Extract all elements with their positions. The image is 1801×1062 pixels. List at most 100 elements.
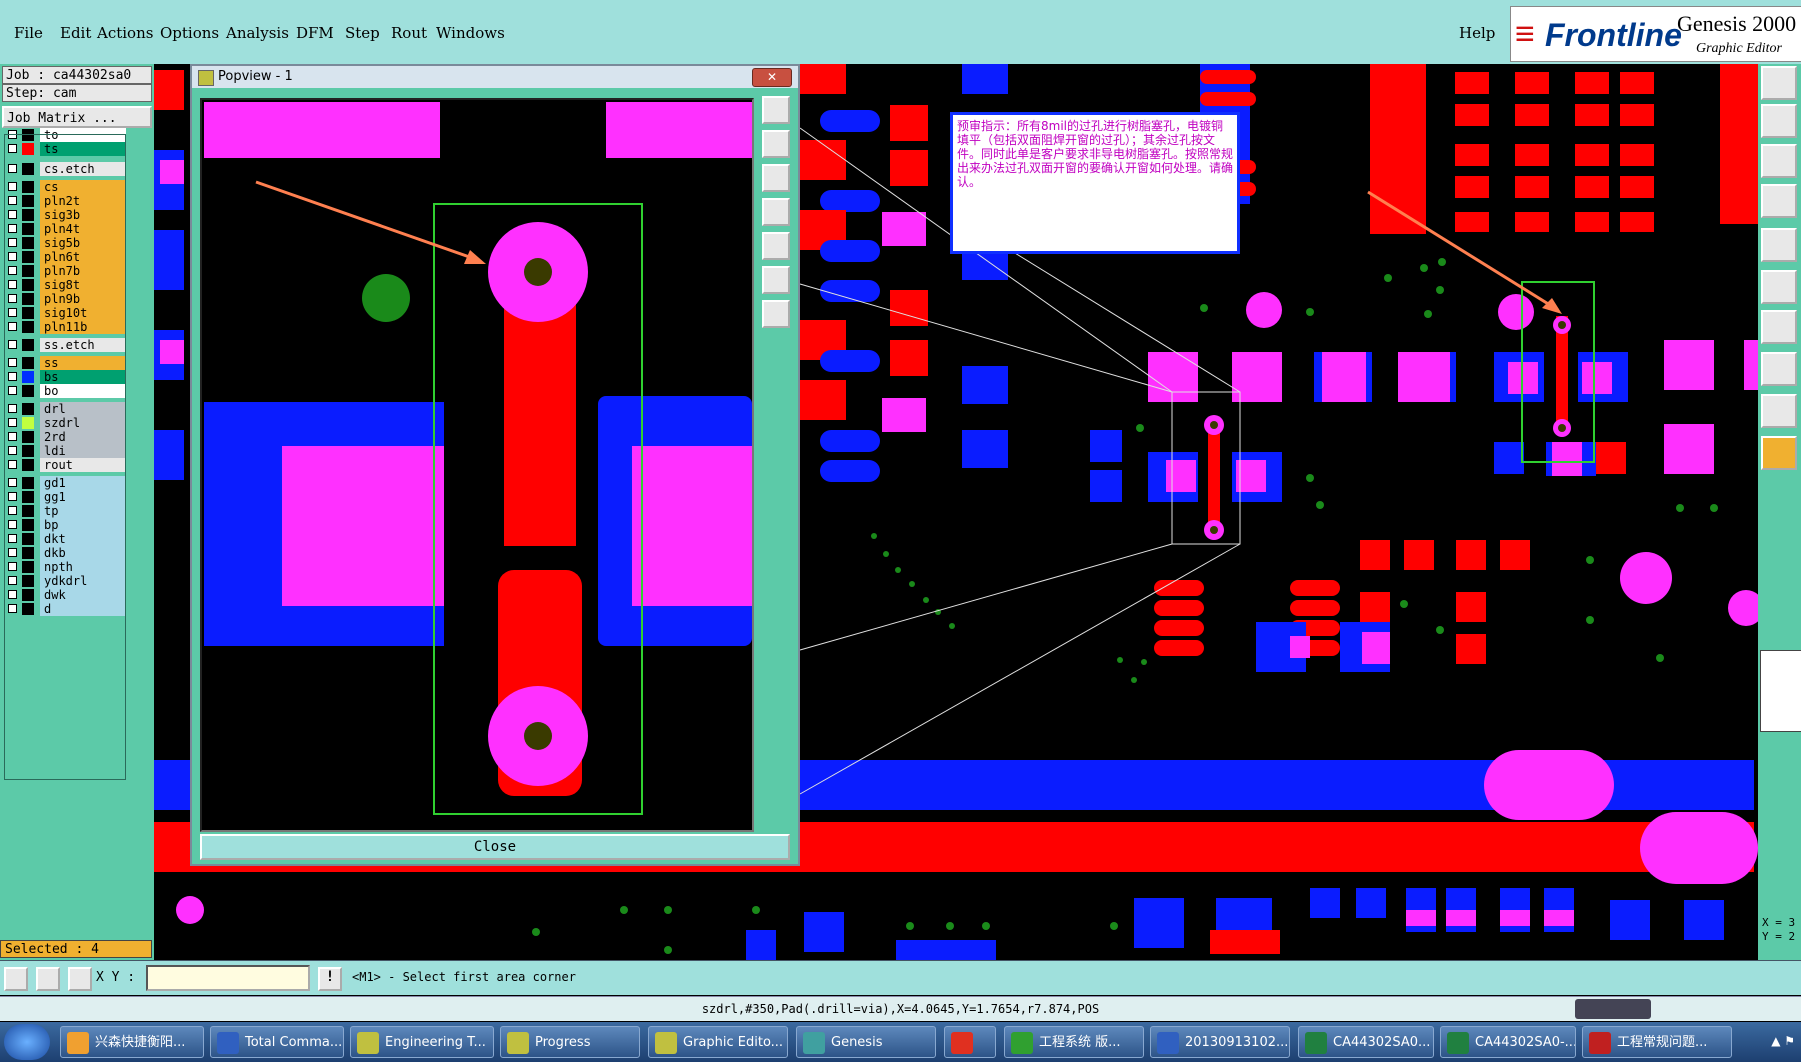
layer-name[interactable]: ldi <box>40 444 126 458</box>
taskbar-item[interactable]: 工程常规问题... <box>1582 1026 1732 1058</box>
layer-color-swatch[interactable] <box>22 251 34 263</box>
menu-windows[interactable]: Windows <box>436 24 505 42</box>
redraw-icon[interactable] <box>1761 184 1797 218</box>
layer-checkbox[interactable] <box>8 534 17 543</box>
layer-color-swatch[interactable] <box>22 357 34 369</box>
layer-checkbox[interactable] <box>8 548 17 557</box>
layer-checkbox[interactable] <box>8 404 17 413</box>
layer-checkbox[interactable] <box>8 308 17 317</box>
layer-checkbox[interactable] <box>8 372 17 381</box>
popview-zoom-home-icon[interactable] <box>762 96 790 124</box>
popview-pan-left-icon[interactable] <box>762 198 790 226</box>
layer-color-swatch[interactable] <box>22 403 34 415</box>
layer-name[interactable]: pln6t <box>40 250 126 264</box>
menu-edit[interactable]: Edit <box>60 24 91 42</box>
layer-name[interactable]: gg1 <box>40 490 126 504</box>
layer-name[interactable]: sig3b <box>40 208 126 222</box>
layer-row-gd1[interactable]: gd1 <box>6 476 126 490</box>
layer-row-cs[interactable]: cs <box>6 180 126 194</box>
layer-color-swatch[interactable] <box>22 223 34 235</box>
layer-name[interactable]: tp <box>40 504 126 518</box>
layer-row-sig5b[interactable]: sig5b <box>6 236 126 250</box>
layer-color-swatch[interactable] <box>22 477 34 489</box>
menu-options[interactable]: Options <box>160 24 219 42</box>
taskbar-item[interactable]: Genesis <box>796 1026 936 1058</box>
taskbar-item[interactable] <box>944 1026 996 1058</box>
layer-name[interactable]: ss.etch <box>40 338 126 352</box>
layer-color-swatch[interactable] <box>22 561 34 573</box>
layer-checkbox[interactable] <box>8 590 17 599</box>
layer-row-npth[interactable]: npth <box>6 560 126 574</box>
layer-row-dwk[interactable]: dwk <box>6 588 126 602</box>
layer-checkbox[interactable] <box>8 432 17 441</box>
mini-map[interactable] <box>1760 650 1801 732</box>
help-toolbar-icon[interactable] <box>1575 999 1651 1019</box>
layer-checkbox[interactable] <box>8 266 17 275</box>
layer-color-swatch[interactable] <box>22 129 34 141</box>
layer-name[interactable]: pln9b <box>40 292 126 306</box>
layer-name[interactable]: bs <box>40 370 126 384</box>
layer-color-swatch[interactable] <box>22 237 34 249</box>
layer-name[interactable]: drl <box>40 402 126 416</box>
layer-row-pln11b[interactable]: pln11b <box>6 320 126 334</box>
popview-center-icon[interactable] <box>762 300 790 328</box>
layer-name[interactable]: pln2t <box>40 194 126 208</box>
popview-canvas[interactable] <box>200 98 754 832</box>
layer-row-ts[interactable]: ts <box>6 142 126 156</box>
taskbar-item[interactable]: 兴森快捷衡阳... <box>60 1026 204 1058</box>
taskbar-item[interactable]: Progress <box>500 1026 640 1058</box>
popview-zoom-out-icon[interactable] <box>762 164 790 192</box>
mode-line-icon[interactable] <box>36 967 60 991</box>
layer-checkbox[interactable] <box>8 144 17 153</box>
layer-row-pln7b[interactable]: pln7b <box>6 264 126 278</box>
layer-checkbox[interactable] <box>8 182 17 191</box>
layer-name[interactable]: bp <box>40 518 126 532</box>
layer-name[interactable]: dkt <box>40 532 126 546</box>
layer-name[interactable]: szdrl <box>40 416 126 430</box>
layer-row-bs[interactable]: bs <box>6 370 126 384</box>
layer-color-swatch[interactable] <box>22 371 34 383</box>
layer-name[interactable]: cs <box>40 180 126 194</box>
layer-color-swatch[interactable] <box>22 195 34 207</box>
layer-row-pln2t[interactable]: pln2t <box>6 194 126 208</box>
layer-name[interactable]: d <box>40 602 126 616</box>
layer-checkbox[interactable] <box>8 520 17 529</box>
layer-row-ss[interactable]: ss <box>6 356 126 370</box>
layer-name[interactable]: ydkdrl <box>40 574 126 588</box>
select-area-icon[interactable] <box>1761 352 1797 386</box>
layer-row-ldi[interactable]: ldi <box>6 444 126 458</box>
layer-row-gg1[interactable]: gg1 <box>6 490 126 504</box>
menu-actions[interactable]: Actions <box>97 24 153 42</box>
layer-name[interactable]: sig5b <box>40 236 126 250</box>
layer-color-swatch[interactable] <box>22 293 34 305</box>
layer-row-ss-etch[interactable]: ss.etch <box>6 338 126 352</box>
tray-icon[interactable]: ▲ ⚑ <box>1771 1034 1795 1048</box>
layer-checkbox[interactable] <box>8 340 17 349</box>
popview-pan-right-icon[interactable] <box>762 232 790 260</box>
layer-row-szdrl[interactable]: szdrl <box>6 416 126 430</box>
layer-color-swatch[interactable] <box>22 445 34 457</box>
layer-name[interactable]: 2rd <box>40 430 126 444</box>
zoom-in-icon[interactable] <box>1761 104 1797 138</box>
layer-checkbox[interactable] <box>8 322 17 331</box>
layer-color-swatch[interactable] <box>22 143 34 155</box>
annotation-note[interactable]: 预审指示：所有8mil的过孔进行树脂塞孔，电镀铜填平（包括双面阻焊开窗的过孔）；… <box>950 112 1240 254</box>
layer-row-ydkdrl[interactable]: ydkdrl <box>6 574 126 588</box>
layer-color-swatch[interactable] <box>22 575 34 587</box>
layer-row-pln6t[interactable]: pln6t <box>6 250 126 264</box>
taskbar-item[interactable]: Engineering T... <box>350 1026 494 1058</box>
layer-name[interactable]: cs.etch <box>40 162 126 176</box>
layer-row-rout[interactable]: rout <box>6 458 126 472</box>
taskbar-item[interactable]: 工程系统 版... <box>1004 1026 1144 1058</box>
layer-name[interactable]: sig10t <box>40 306 126 320</box>
layer-row-sig3b[interactable]: sig3b <box>6 208 126 222</box>
layer-color-swatch[interactable] <box>22 181 34 193</box>
layer-name[interactable]: to <box>40 128 126 142</box>
layer-checkbox[interactable] <box>8 164 17 173</box>
layer-checkbox[interactable] <box>8 460 17 469</box>
layer-checkbox[interactable] <box>8 224 17 233</box>
layer-name[interactable]: dwk <box>40 588 126 602</box>
taskbar-item[interactable]: Graphic Edito... <box>648 1026 788 1058</box>
layer-checkbox[interactable] <box>8 604 17 613</box>
layer-checkbox[interactable] <box>8 196 17 205</box>
